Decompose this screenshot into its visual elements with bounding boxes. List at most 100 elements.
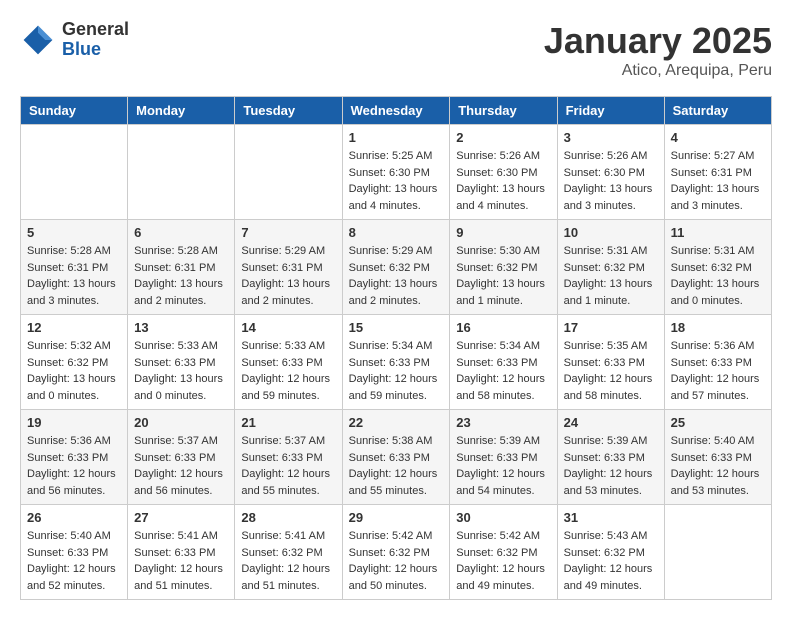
table-row: 8 Sunrise: 5:29 AM Sunset: 6:32 PM Dayli… [342,220,450,315]
table-row: 14 Sunrise: 5:33 AM Sunset: 6:33 PM Dayl… [235,315,342,410]
sunrise: Sunrise: 5:29 AM [241,245,325,257]
table-row: 28 Sunrise: 5:41 AM Sunset: 6:32 PM Dayl… [235,505,342,600]
day-number: 12 [27,320,121,335]
sunrise: Sunrise: 5:27 AM [671,150,755,162]
table-row: 19 Sunrise: 5:36 AM Sunset: 6:33 PM Dayl… [21,410,128,505]
table-row: 29 Sunrise: 5:42 AM Sunset: 6:32 PM Dayl… [342,505,450,600]
daylight-hours: Daylight: 12 hours and 56 minutes. [27,468,116,497]
day-info: Sunrise: 5:35 AM Sunset: 6:33 PM Dayligh… [564,338,658,404]
calendar-week-row: 1 Sunrise: 5:25 AM Sunset: 6:30 PM Dayli… [21,125,772,220]
table-row: 31 Sunrise: 5:43 AM Sunset: 6:32 PM Dayl… [557,505,664,600]
day-number: 7 [241,225,335,240]
day-number: 1 [349,130,444,145]
page-header: General Blue January 2025 Atico, Arequip… [20,20,772,80]
daylight-hours: Daylight: 13 hours and 1 minute. [564,278,653,307]
daylight-hours: Daylight: 12 hours and 51 minutes. [241,563,330,592]
table-row: 3 Sunrise: 5:26 AM Sunset: 6:30 PM Dayli… [557,125,664,220]
location: Atico, Arequipa, Peru [544,62,772,80]
daylight-hours: Daylight: 13 hours and 3 minutes. [564,183,653,212]
col-saturday: Saturday [664,97,771,125]
table-row: 2 Sunrise: 5:26 AM Sunset: 6:30 PM Dayli… [450,125,557,220]
day-number: 4 [671,130,765,145]
daylight-hours: Daylight: 12 hours and 57 minutes. [671,373,760,402]
sunrise: Sunrise: 5:30 AM [456,245,540,257]
calendar-week-row: 19 Sunrise: 5:36 AM Sunset: 6:33 PM Dayl… [21,410,772,505]
sunrise: Sunrise: 5:28 AM [134,245,218,257]
table-row: 21 Sunrise: 5:37 AM Sunset: 6:33 PM Dayl… [235,410,342,505]
sunrise: Sunrise: 5:42 AM [456,530,540,542]
day-info: Sunrise: 5:27 AM Sunset: 6:31 PM Dayligh… [671,148,765,214]
day-info: Sunrise: 5:33 AM Sunset: 6:33 PM Dayligh… [241,338,335,404]
table-row [235,125,342,220]
col-wednesday: Wednesday [342,97,450,125]
day-info: Sunrise: 5:40 AM Sunset: 6:33 PM Dayligh… [671,433,765,499]
daylight-hours: Daylight: 13 hours and 2 minutes. [349,278,438,307]
day-info: Sunrise: 5:42 AM Sunset: 6:32 PM Dayligh… [456,528,550,594]
sunrise: Sunrise: 5:35 AM [564,340,648,352]
title-block: January 2025 Atico, Arequipa, Peru [544,20,772,80]
day-info: Sunrise: 5:34 AM Sunset: 6:33 PM Dayligh… [456,338,550,404]
day-info: Sunrise: 5:26 AM Sunset: 6:30 PM Dayligh… [564,148,658,214]
day-info: Sunrise: 5:32 AM Sunset: 6:32 PM Dayligh… [27,338,121,404]
sunset: Sunset: 6:33 PM [671,452,752,464]
daylight-hours: Daylight: 13 hours and 4 minutes. [349,183,438,212]
day-number: 22 [349,415,444,430]
day-number: 16 [456,320,550,335]
sunrise: Sunrise: 5:41 AM [241,530,325,542]
day-info: Sunrise: 5:29 AM Sunset: 6:31 PM Dayligh… [241,243,335,309]
sunset: Sunset: 6:33 PM [349,452,430,464]
sunset: Sunset: 6:30 PM [564,167,645,179]
sunrise: Sunrise: 5:26 AM [564,150,648,162]
day-number: 14 [241,320,335,335]
calendar-week-row: 12 Sunrise: 5:32 AM Sunset: 6:32 PM Dayl… [21,315,772,410]
day-info: Sunrise: 5:42 AM Sunset: 6:32 PM Dayligh… [349,528,444,594]
daylight-hours: Daylight: 13 hours and 4 minutes. [456,183,545,212]
day-info: Sunrise: 5:29 AM Sunset: 6:32 PM Dayligh… [349,243,444,309]
table-row [664,505,771,600]
table-row: 5 Sunrise: 5:28 AM Sunset: 6:31 PM Dayli… [21,220,128,315]
logo-blue-text: Blue [62,40,129,60]
day-number: 13 [134,320,228,335]
table-row: 13 Sunrise: 5:33 AM Sunset: 6:33 PM Dayl… [128,315,235,410]
daylight-hours: Daylight: 12 hours and 55 minutes. [349,468,438,497]
sunset: Sunset: 6:33 PM [456,357,537,369]
day-number: 31 [564,510,658,525]
daylight-hours: Daylight: 12 hours and 56 minutes. [134,468,223,497]
sunrise: Sunrise: 5:31 AM [671,245,755,257]
sunset: Sunset: 6:30 PM [456,167,537,179]
table-row: 24 Sunrise: 5:39 AM Sunset: 6:33 PM Dayl… [557,410,664,505]
sunrise: Sunrise: 5:33 AM [241,340,325,352]
day-number: 21 [241,415,335,430]
sunrise: Sunrise: 5:34 AM [456,340,540,352]
sunrise: Sunrise: 5:32 AM [27,340,111,352]
sunset: Sunset: 6:30 PM [349,167,430,179]
table-row: 15 Sunrise: 5:34 AM Sunset: 6:33 PM Dayl… [342,315,450,410]
table-row: 9 Sunrise: 5:30 AM Sunset: 6:32 PM Dayli… [450,220,557,315]
day-number: 10 [564,225,658,240]
sunset: Sunset: 6:32 PM [671,262,752,274]
sunset: Sunset: 6:33 PM [27,452,108,464]
day-info: Sunrise: 5:31 AM Sunset: 6:32 PM Dayligh… [564,243,658,309]
sunrise: Sunrise: 5:41 AM [134,530,218,542]
table-row [21,125,128,220]
sunset: Sunset: 6:33 PM [456,452,537,464]
sunset: Sunset: 6:33 PM [349,357,430,369]
day-info: Sunrise: 5:38 AM Sunset: 6:33 PM Dayligh… [349,433,444,499]
table-row: 27 Sunrise: 5:41 AM Sunset: 6:33 PM Dayl… [128,505,235,600]
sunrise: Sunrise: 5:31 AM [564,245,648,257]
logo-general-text: General [62,20,129,40]
table-row: 11 Sunrise: 5:31 AM Sunset: 6:32 PM Dayl… [664,220,771,315]
table-row: 1 Sunrise: 5:25 AM Sunset: 6:30 PM Dayli… [342,125,450,220]
day-number: 6 [134,225,228,240]
day-number: 11 [671,225,765,240]
sunset: Sunset: 6:33 PM [671,357,752,369]
day-info: Sunrise: 5:34 AM Sunset: 6:33 PM Dayligh… [349,338,444,404]
sunset: Sunset: 6:32 PM [349,547,430,559]
day-info: Sunrise: 5:41 AM Sunset: 6:33 PM Dayligh… [134,528,228,594]
daylight-hours: Daylight: 12 hours and 59 minutes. [349,373,438,402]
daylight-hours: Daylight: 12 hours and 49 minutes. [456,563,545,592]
day-number: 9 [456,225,550,240]
daylight-hours: Daylight: 12 hours and 54 minutes. [456,468,545,497]
sunset: Sunset: 6:31 PM [671,167,752,179]
table-row: 22 Sunrise: 5:38 AM Sunset: 6:33 PM Dayl… [342,410,450,505]
